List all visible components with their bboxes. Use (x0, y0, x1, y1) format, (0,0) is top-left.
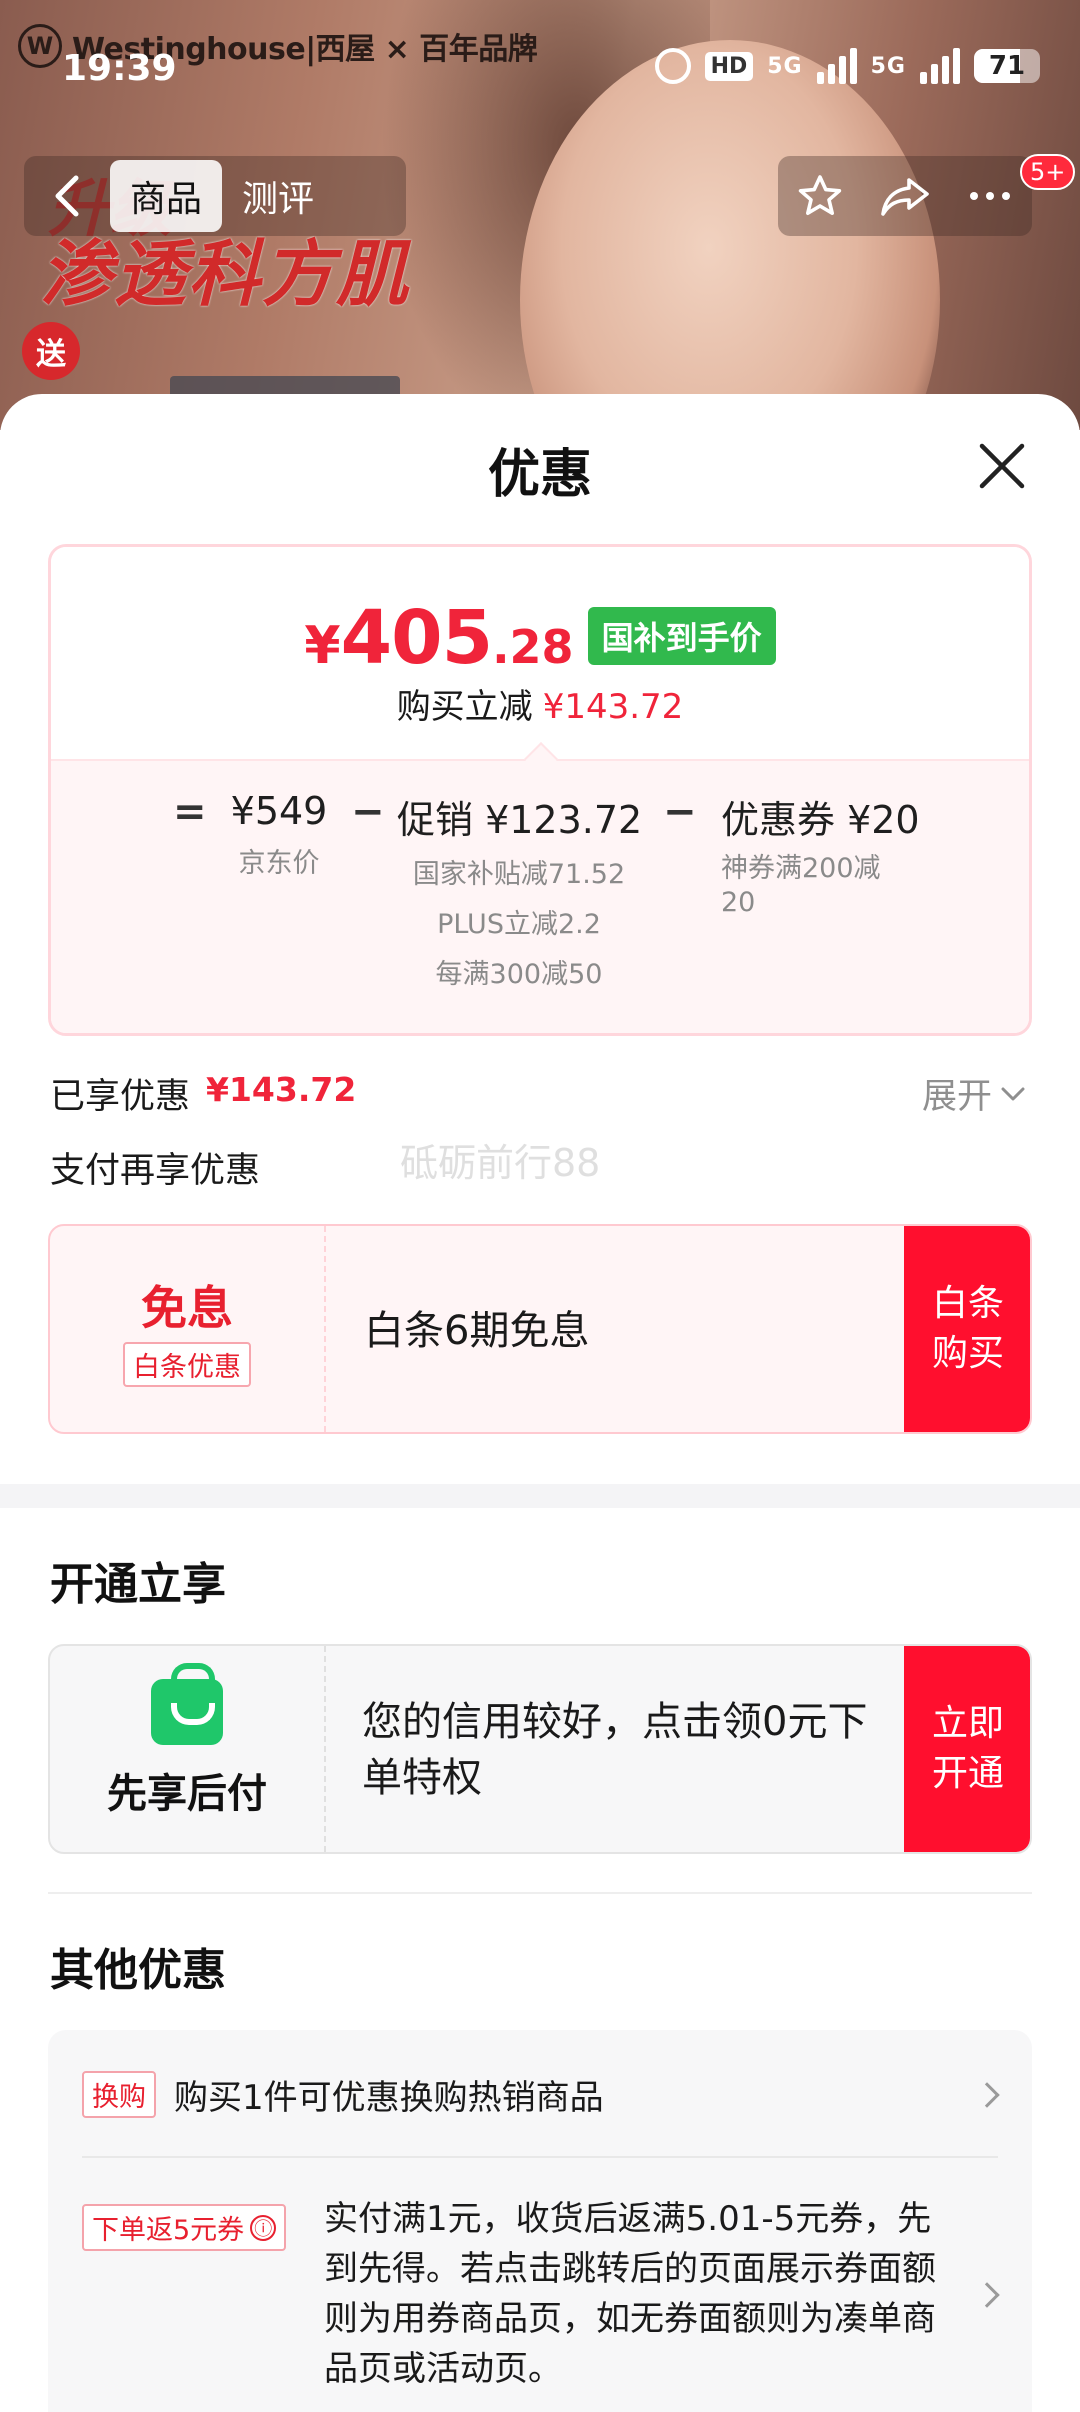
expand-button[interactable]: 展开 (922, 1068, 1026, 1119)
minus-operator: − (351, 789, 385, 835)
alarm-icon (654, 48, 691, 84)
breakdown-sub: 神券满200减 (721, 853, 881, 884)
row-divider (82, 2156, 998, 2158)
list-item[interactable]: 换购 购买1件可优惠换购热销商品 (82, 2070, 604, 2119)
price-head: ¥ 405 .28 国补到手价 购买立减 ¥143.72 (51, 547, 1029, 759)
breakdown-sub: 每满300减50 (435, 959, 603, 990)
baitiao-buy-button[interactable]: 白条 购买 (904, 1226, 1030, 1432)
gift-badge: 送 (22, 322, 80, 380)
breakdown-sub: PLUS立减2.2 (437, 909, 601, 940)
enjoyed-amount: ¥143.72 (206, 1070, 357, 1109)
offer-description: 购买1件可优惠换购热销商品 (174, 2078, 604, 2118)
button-line: 白条 (931, 1283, 1004, 1324)
battery-icon: 71 (974, 49, 1040, 83)
close-icon[interactable] (974, 438, 1030, 494)
divider-line (48, 1892, 1032, 1894)
info-icon[interactable]: ⓘ (250, 2214, 277, 2241)
more-icon[interactable] (966, 172, 1014, 220)
offer-type-tag-label: 下单返5元券 (92, 2215, 245, 2246)
breakdown-value: ¥549 (230, 789, 328, 833)
button-line: 立即 (931, 1703, 1004, 1744)
shopping-bag-icon (151, 1663, 223, 1745)
network-5g-label: 5G (767, 53, 803, 79)
tab-review[interactable]: 测评 (222, 160, 334, 232)
breakdown-value: 促销 ¥123.72 (397, 798, 643, 842)
discount-sheet: 优惠 ¥ 405 .28 国补到手价 购买立减 ¥143.72 = ¥549 京东… (0, 394, 1080, 2412)
open-enjoy-title: 开通立享 (50, 1559, 226, 1610)
final-price-integer: 405 (340, 595, 493, 681)
expand-label: 展开 (922, 1077, 993, 1117)
offer-text: 白条6期免息 (364, 1308, 590, 1354)
reduce-label: 购买立减 (396, 687, 533, 727)
breakdown-promotion: 促销 ¥123.72 国家补贴减71.52 PLUS立减2.2 每满300减50 (397, 789, 643, 1000)
final-price-currency: ¥ (304, 616, 341, 676)
reduce-row: 购买立减 ¥143.72 (51, 679, 1029, 728)
status-time: 19:39 (62, 48, 177, 89)
baitiao-offer-card[interactable]: 免息 白条优惠 白条6期免息 白条购买 (48, 1224, 1032, 1434)
credit-name: 先享后付 (107, 1771, 267, 1817)
hd-icon: HD (704, 51, 754, 81)
sheet-title: 优惠 (487, 445, 592, 505)
other-offers-title: 其他优惠 (50, 1945, 226, 1996)
list-item-tag-wrap: 下单返5元券 ⓘ (82, 2204, 287, 2251)
button-line: 开通 (931, 1753, 1004, 1794)
final-price-row: ¥ 405 .28 国补到手价 (51, 595, 1029, 681)
credit-text: 您的信用较好，点击领0元下单特权 (362, 1699, 868, 1801)
offer-type-tag: 换购 (82, 2071, 156, 2118)
signal-bars-icon (816, 48, 857, 84)
enjoyed-label: 已享优惠 (50, 1077, 191, 1117)
status-bar: 19:39 HD 5G 5G 71 (0, 0, 1080, 140)
nav-actions (778, 156, 1032, 236)
breakdown-sub: 京东价 (238, 848, 320, 879)
share-icon[interactable] (879, 172, 931, 220)
pay-more-label: 支付再享优惠 (50, 1151, 261, 1191)
star-icon[interactable] (796, 172, 844, 220)
minus-operator-2: − (663, 789, 697, 835)
credit-card[interactable]: 先享后付 您的信用较好，点击领0元下单特权 立即开通 (48, 1644, 1032, 1854)
credit-left: 先享后付 (50, 1646, 326, 1852)
section-divider (0, 1484, 1080, 1508)
signal-bars-icon-2 (920, 48, 960, 84)
back-icon (55, 175, 79, 217)
chevron-right-icon[interactable] (974, 2082, 1000, 2108)
price-breakdown: = ¥549 京东价 − 促销 ¥123.72 国家补贴减71.52 PLUS立… (51, 759, 1029, 1033)
network-5g-label-2: 5G (870, 53, 906, 79)
offer-type-tag: 下单返5元券 ⓘ (82, 2204, 287, 2251)
battery-level: 71 (988, 51, 1026, 81)
reduce-amount: ¥143.72 (542, 687, 684, 727)
final-price-decimal: .28 (492, 620, 574, 674)
message-count-badge: 5+ (1020, 154, 1076, 190)
offer-description[interactable]: 实付满1元，收货后返满5.01-5元券，先到先得。若点击跳转后的页面展示券面额则… (324, 2194, 944, 2394)
chevron-right-icon[interactable] (974, 2282, 1000, 2308)
breakdown-jd-price: ¥549 京东价 (219, 789, 339, 889)
offer-tag: 白条优惠 (123, 1341, 251, 1387)
breakdown-coupon: 优惠券 ¥20 神券满200减 20 (721, 789, 921, 918)
tab-product[interactable]: 商品 (110, 160, 223, 232)
back-button[interactable] (24, 156, 110, 236)
nav-tabs-bar: 商品 测评 (24, 156, 406, 236)
offer-left: 免息 白条优惠 (50, 1226, 326, 1432)
breakdown-sub: 国家补贴减71.52 (412, 859, 626, 890)
subsidy-tag: 国补到手价 (587, 607, 776, 665)
chevron-down-icon (1001, 1087, 1025, 1100)
other-offers-list: 换购 购买1件可优惠换购热销商品 下单返5元券 ⓘ 实付满1元，收货后返满5.0… (48, 2030, 1032, 2412)
status-icons: HD 5G 5G 71 (654, 48, 1040, 84)
final-price: ¥ 405 .28 (304, 595, 573, 681)
button-line: 购买 (931, 1333, 1004, 1374)
breakdown-value: 优惠券 ¥20 (721, 798, 920, 842)
equals-operator: = (173, 789, 207, 835)
activate-now-button[interactable]: 立即 开通 (904, 1646, 1030, 1852)
price-card: ¥ 405 .28 国补到手价 购买立减 ¥143.72 = ¥549 京东价 −… (48, 544, 1032, 1036)
offer-big-label: 免息 (141, 1280, 233, 1335)
breakdown-sub: 20 (721, 887, 756, 918)
watermark: 砥砺前行88 (400, 1141, 601, 1185)
